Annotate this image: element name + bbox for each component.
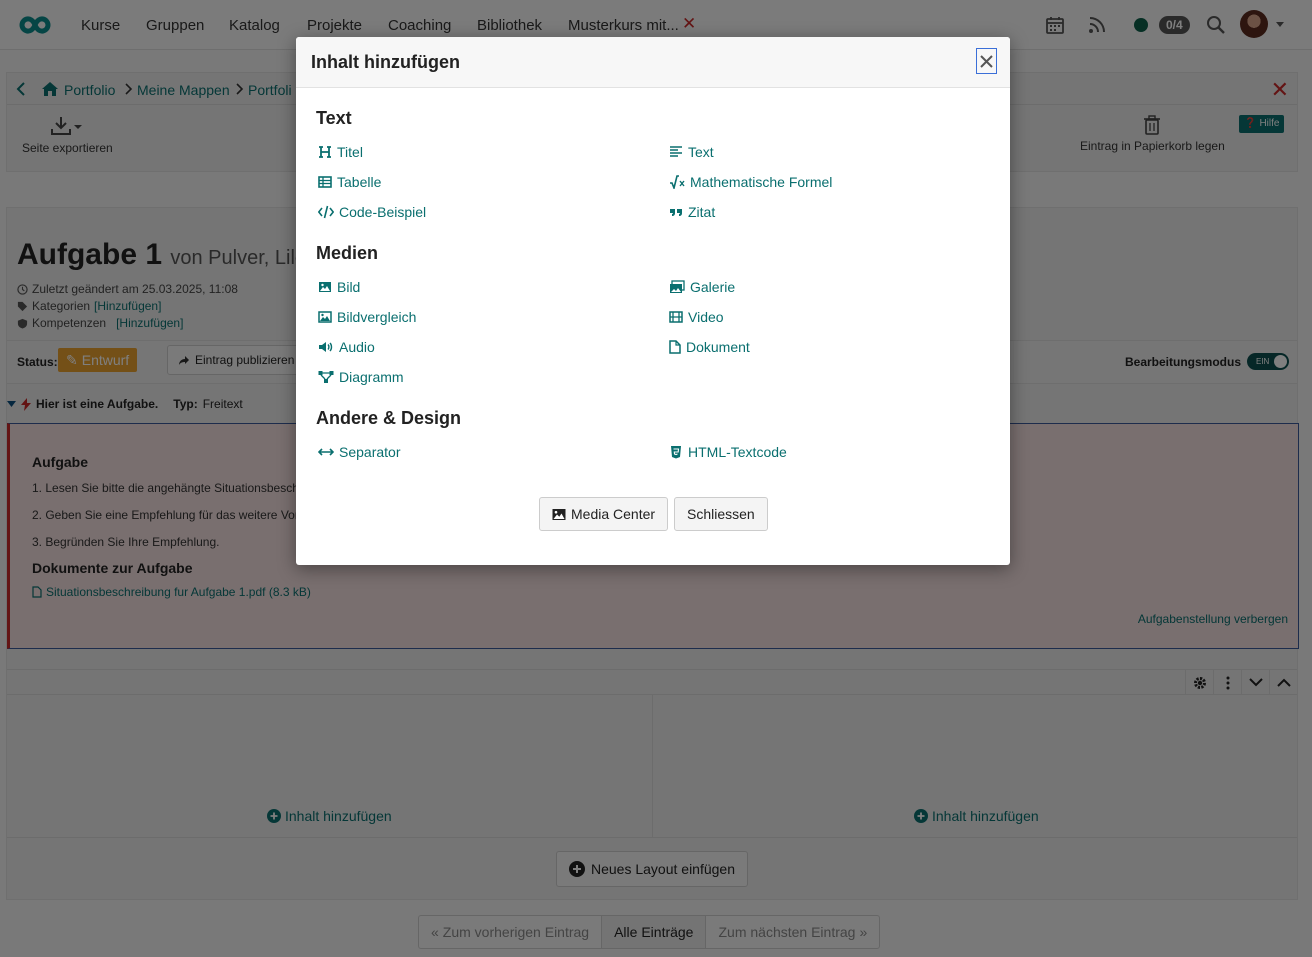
item-label: Code-Beispiel (339, 204, 427, 220)
item-label: Zitat (688, 204, 716, 220)
section-title-text: Text (316, 108, 352, 128)
section-title-andere-design: Andere & Design (316, 408, 462, 428)
item-label: Galerie (690, 279, 736, 295)
heading-icon (319, 146, 331, 158)
add-bildvergleich-button[interactable]: Bildvergleich (318, 309, 416, 325)
item-label: Diagramm (339, 369, 404, 385)
add-bild-button[interactable]: Bild (318, 279, 360, 295)
close-icon (980, 54, 993, 68)
add-zitat-button[interactable]: Zitat (669, 204, 715, 220)
add-html-button[interactable]: HTML-Textcode (669, 444, 787, 460)
add-formula-button[interactable]: Mathematische Formel (669, 174, 832, 190)
item-label: Bildvergleich (337, 309, 417, 325)
table-icon (318, 176, 332, 188)
schliessen-button[interactable]: Schliessen (674, 497, 768, 531)
dialog-header: Inhalt hinzufügen (296, 37, 1010, 88)
add-video-button[interactable]: Video (669, 309, 724, 325)
add-code-button[interactable]: Code-Beispiel (318, 204, 426, 220)
item-label: Mathematische Formel (690, 174, 833, 190)
images-icon (670, 280, 685, 293)
text-align-icon (670, 146, 682, 157)
add-titel-button[interactable]: Titel (318, 144, 363, 160)
item-label: HTML-Textcode (688, 444, 787, 460)
dialog-title: Inhalt hinzufügen (311, 52, 460, 72)
add-diagramm-button[interactable]: Diagramm (318, 369, 404, 385)
diagram-icon (318, 371, 334, 383)
item-label: Text (688, 144, 714, 160)
add-tabelle-button[interactable]: Tabelle (318, 174, 381, 190)
add-separator-button[interactable]: Separator (318, 444, 400, 460)
volume-icon (319, 342, 333, 352)
item-label: Bild (337, 279, 361, 295)
close-dialog-button[interactable] (976, 48, 997, 74)
html5-icon (671, 446, 681, 459)
item-label: Tabelle (337, 174, 382, 190)
item-label: Video (688, 309, 724, 325)
media-center-label: Media Center (571, 506, 656, 522)
arrows-horizontal-icon (318, 448, 334, 456)
add-content-dialog: Inhalt hinzufügen Text Titel Text Tabell… (296, 37, 1010, 565)
add-dokument-button[interactable]: Dokument (669, 339, 750, 355)
media-center-button[interactable]: Media Center (539, 497, 669, 531)
image-icon (319, 282, 331, 292)
add-audio-button[interactable]: Audio (318, 339, 375, 355)
item-label: Titel (337, 144, 363, 160)
item-label: Audio (339, 339, 375, 355)
image-icon (552, 508, 566, 520)
quote-icon (670, 209, 682, 216)
item-label: Separator (339, 444, 401, 460)
image-compare-icon (318, 311, 332, 323)
add-galerie-button[interactable]: Galerie (669, 279, 735, 295)
film-icon (669, 311, 683, 323)
section-title-medien: Medien (316, 243, 379, 263)
file-icon (669, 340, 681, 354)
square-root-icon (670, 175, 685, 189)
item-label: Dokument (686, 339, 750, 355)
add-text-button[interactable]: Text (669, 144, 714, 160)
code-icon (318, 205, 334, 219)
